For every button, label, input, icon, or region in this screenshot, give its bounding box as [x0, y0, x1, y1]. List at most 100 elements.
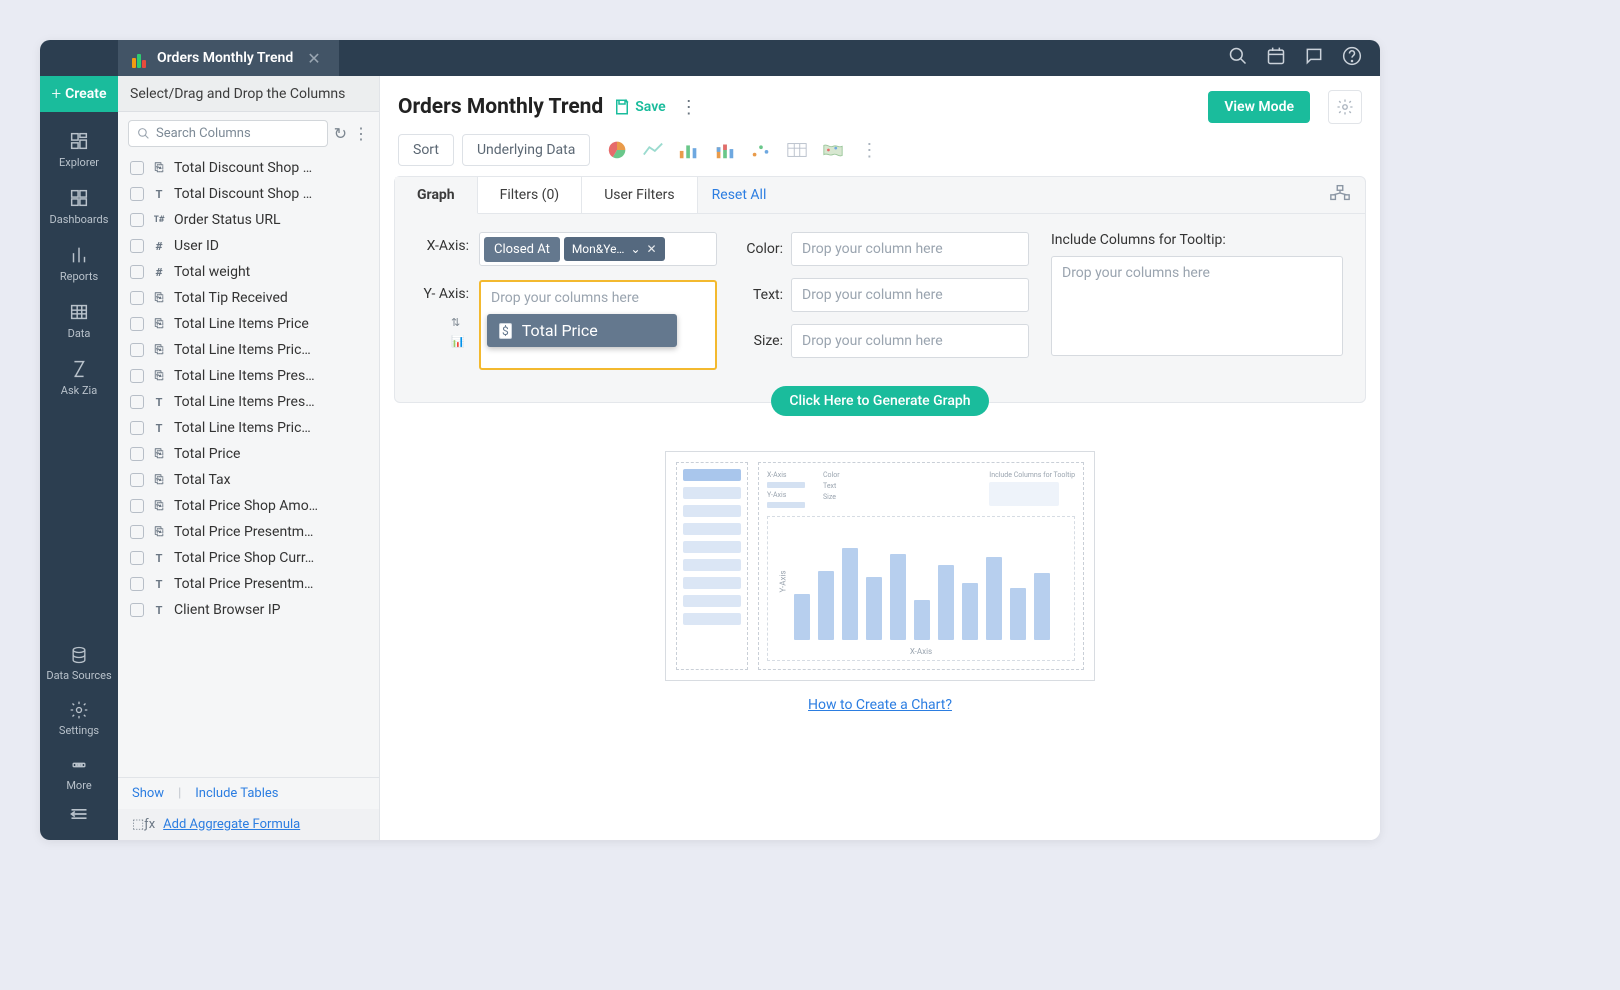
- chevron-down-icon: ⌄: [630, 242, 640, 256]
- include-tables-link[interactable]: Include Tables: [195, 786, 278, 801]
- generate-graph-button[interactable]: Click Here to Generate Graph: [771, 386, 988, 416]
- chart-type-kebab-icon[interactable]: ⋮: [858, 140, 880, 160]
- column-label: Total Tip Received: [174, 290, 367, 306]
- column-item[interactable]: TTotal Price Shop Curr…: [128, 545, 369, 571]
- tooltip-dropzone[interactable]: Drop your columns here: [1051, 256, 1343, 356]
- column-checkbox[interactable]: [130, 369, 144, 383]
- close-icon[interactable]: ✕: [303, 49, 324, 68]
- axis-chart-icon[interactable]: 📊: [451, 335, 465, 348]
- underlying-data-button[interactable]: Underlying Data: [462, 134, 590, 166]
- title-kebab-icon[interactable]: ⋮: [676, 97, 702, 118]
- dragging-column-chip[interactable]: $ Total Price: [487, 314, 677, 347]
- column-item[interactable]: ⎘Total Tax: [128, 467, 369, 493]
- nav-data[interactable]: Data: [68, 301, 91, 340]
- column-checkbox[interactable]: [130, 499, 144, 513]
- column-checkbox[interactable]: [130, 265, 144, 279]
- column-checkbox[interactable]: [130, 577, 144, 591]
- column-item[interactable]: TTotal Discount Shop …: [128, 181, 369, 207]
- nav-explorer[interactable]: Explorer: [59, 130, 99, 169]
- column-item[interactable]: TTotal Price Presentm…: [128, 571, 369, 597]
- x-axis-dropzone[interactable]: Closed At Mon&Ye… ⌄ ✕: [479, 232, 717, 266]
- show-link[interactable]: Show: [132, 786, 164, 801]
- collapse-nav-icon[interactable]: [69, 806, 89, 826]
- map-chart-icon[interactable]: [822, 140, 844, 160]
- column-item[interactable]: ⎘Total Line Items Pres…: [128, 363, 369, 389]
- size-dropzone[interactable]: Drop your column here: [791, 324, 1029, 358]
- column-checkbox[interactable]: [130, 525, 144, 539]
- tab-graph[interactable]: Graph: [395, 177, 478, 214]
- lineage-icon[interactable]: [1315, 184, 1365, 206]
- sort-button[interactable]: Sort: [398, 134, 454, 166]
- column-item[interactable]: TTotal Line Items Pric…: [128, 415, 369, 441]
- nav-data-sources[interactable]: Data Sources: [46, 645, 111, 682]
- nav-settings[interactable]: Settings: [59, 700, 99, 737]
- column-checkbox[interactable]: [130, 421, 144, 435]
- column-item[interactable]: ⎘Total Price Presentm…: [128, 519, 369, 545]
- axis-toggle-icon[interactable]: ⇅: [451, 316, 465, 329]
- tab-filters[interactable]: Filters (0): [478, 177, 583, 213]
- stacked-bar-icon[interactable]: [714, 140, 736, 160]
- column-item[interactable]: ⎘Total Price: [128, 441, 369, 467]
- create-button[interactable]: + Create: [40, 76, 118, 112]
- column-checkbox[interactable]: [130, 603, 144, 617]
- column-checkbox[interactable]: [130, 291, 144, 305]
- save-button[interactable]: Save: [613, 98, 665, 116]
- x-axis-function-pill[interactable]: Mon&Ye… ⌄ ✕: [564, 237, 665, 261]
- nav-dashboards[interactable]: Dashboards: [50, 187, 109, 226]
- column-item[interactable]: ⎘Total Discount Shop …: [128, 155, 369, 181]
- help-icon[interactable]: [1342, 46, 1362, 70]
- color-dropzone[interactable]: Drop your column here: [791, 232, 1029, 266]
- search-columns-input[interactable]: Search Columns: [128, 120, 328, 147]
- search-icon[interactable]: [1228, 46, 1248, 70]
- column-item[interactable]: ⎘Total Price Shop Amo…: [128, 493, 369, 519]
- y-axis-dropzone[interactable]: Drop your columns here $ Total Price ⇅ 📊: [479, 280, 717, 370]
- table-icon[interactable]: [786, 140, 808, 160]
- column-label: User ID: [174, 238, 367, 254]
- document-tab[interactable]: Orders Monthly Trend ✕: [118, 40, 339, 76]
- refresh-icon[interactable]: ↻: [334, 124, 347, 143]
- column-item[interactable]: #User ID: [128, 233, 369, 259]
- column-checkbox[interactable]: [130, 473, 144, 487]
- column-checkbox[interactable]: [130, 447, 144, 461]
- column-item[interactable]: ⎘Total Tip Received: [128, 285, 369, 311]
- column-checkbox[interactable]: [130, 551, 144, 565]
- chat-icon[interactable]: [1304, 46, 1324, 70]
- column-item[interactable]: T#Order Status URL: [128, 207, 369, 233]
- column-item[interactable]: TTotal Line Items Pres…: [128, 389, 369, 415]
- text-dropzone[interactable]: Drop your column here: [791, 278, 1029, 312]
- column-label: Total Price: [174, 446, 367, 462]
- calendar-icon[interactable]: [1266, 46, 1286, 70]
- column-checkbox[interactable]: [130, 343, 144, 357]
- column-item[interactable]: ⎘Total Line Items Pric…: [128, 337, 369, 363]
- scatter-chart-icon[interactable]: [750, 140, 772, 160]
- bar-chart-icon[interactable]: [678, 140, 700, 160]
- column-label: Client Browser IP: [174, 602, 367, 618]
- nav-more[interactable]: More: [66, 755, 91, 792]
- reset-all-link[interactable]: Reset All: [698, 187, 781, 203]
- view-mode-button[interactable]: View Mode: [1208, 91, 1310, 123]
- tab-user-filters[interactable]: User Filters: [582, 177, 697, 213]
- column-item[interactable]: ⎘Total Line Items Price: [128, 311, 369, 337]
- column-label: Order Status URL: [174, 212, 367, 228]
- column-checkbox[interactable]: [130, 213, 144, 227]
- column-checkbox[interactable]: [130, 187, 144, 201]
- search-placeholder: Search Columns: [156, 126, 251, 141]
- x-axis-pill[interactable]: Closed At: [484, 237, 560, 262]
- nav-reports[interactable]: Reports: [60, 244, 98, 283]
- column-item[interactable]: TClient Browser IP: [128, 597, 369, 623]
- add-aggregate-formula-link[interactable]: Add Aggregate Formula: [163, 817, 300, 832]
- column-checkbox[interactable]: [130, 395, 144, 409]
- nav-ask-zia[interactable]: Ask Zia: [61, 358, 97, 397]
- column-item[interactable]: #Total weight: [128, 259, 369, 285]
- app-window: Orders Monthly Trend ✕ + Create Explorer…: [40, 40, 1380, 840]
- pie-chart-icon[interactable]: [606, 140, 628, 160]
- column-checkbox[interactable]: [130, 317, 144, 331]
- remove-pill-icon[interactable]: ✕: [647, 242, 657, 256]
- chart-icon: [132, 49, 147, 68]
- column-checkbox[interactable]: [130, 161, 144, 175]
- column-checkbox[interactable]: [130, 239, 144, 253]
- settings-icon[interactable]: [1328, 90, 1362, 124]
- line-chart-icon[interactable]: [642, 140, 664, 160]
- panel-kebab-icon[interactable]: ⋮: [353, 124, 369, 143]
- how-to-link[interactable]: How to Create a Chart?: [380, 697, 1380, 713]
